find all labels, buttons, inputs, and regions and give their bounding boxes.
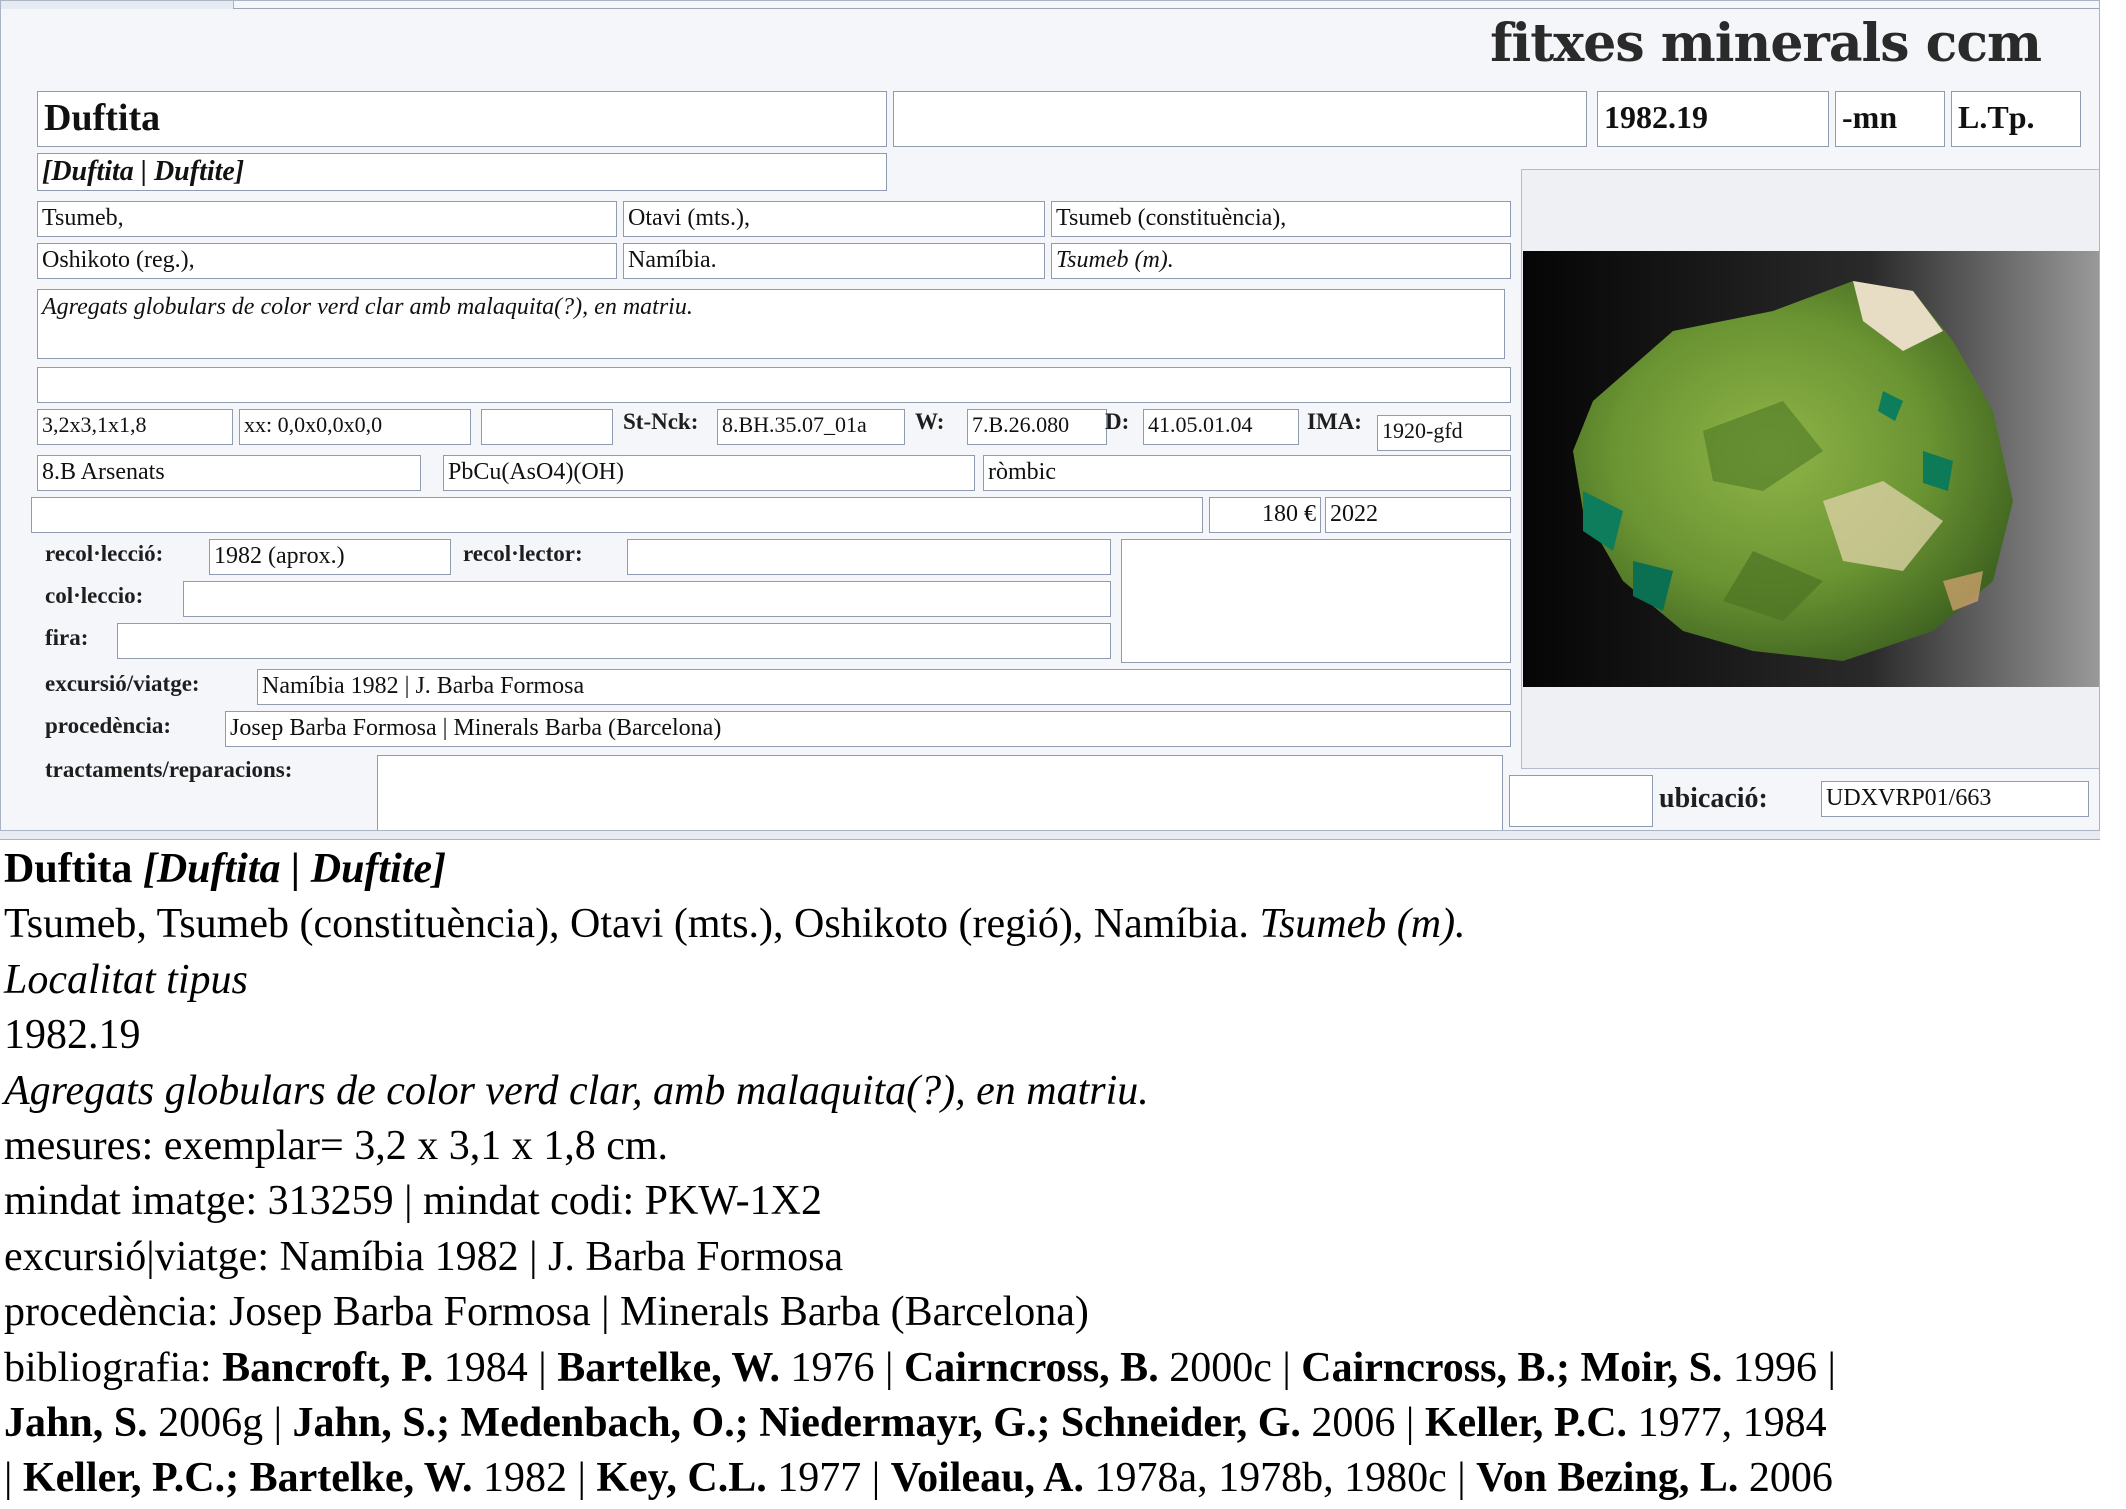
summary-locality: Tsumeb, Tsumeb (constituència), Otavi (m…: [4, 901, 1466, 948]
tab-divider: [233, 8, 2099, 9]
description-field[interactable]: Agregats globulars de color verd clar am…: [37, 289, 1505, 359]
locality-field-4[interactable]: Oshikoto (reg.),: [37, 243, 617, 279]
d-code-field[interactable]: 41.05.01.04: [1143, 409, 1299, 445]
form-tab[interactable]: [1, 1, 234, 9]
tractaments-field[interactable]: [377, 755, 1503, 835]
locality-field-5[interactable]: Namíbia.: [623, 243, 1045, 279]
mineral-name-field[interactable]: Duftita: [37, 91, 887, 147]
procedencia-label: procedència:: [45, 713, 172, 738]
locality-field-1[interactable]: Tsumeb,: [37, 201, 617, 237]
strunz-label: St-Nck:: [623, 409, 699, 434]
crystal-system-field[interactable]: ròmbic: [983, 455, 1511, 491]
recol-leccio-label: recol·lecció:: [45, 541, 164, 566]
summary-type-locality: Localitat tipus: [4, 956, 248, 1003]
suffix-field[interactable]: -mn: [1835, 91, 1945, 147]
locality-field-2[interactable]: Otavi (mts.),: [623, 201, 1045, 237]
summary-excursio: excursió|viatge: Namíbia 1982 | J. Barba…: [4, 1233, 844, 1280]
formula-field[interactable]: PbCu(AsO4)(OH): [443, 455, 975, 491]
summary-measures: mesures: exemplar= 3,2 x 3,1 x 1,8 cm.: [4, 1123, 669, 1170]
price-field[interactable]: 180 €: [1209, 497, 1321, 533]
recol-lector-label: recol·lector:: [463, 541, 583, 566]
crystals-size-field[interactable]: xx: 0,0x0,0x0,0: [239, 409, 471, 445]
record-form: fitxes minerals ccm Duftita 1982.19 -mn …: [0, 0, 2100, 838]
summary-bibliography-line-1: bibliografia: Bancroft, P. 1984 | Bartel…: [4, 1344, 1836, 1391]
w-label: W:: [915, 409, 945, 434]
fira-field[interactable]: [117, 623, 1111, 659]
tractaments-label: tractaments/reparacions:: [45, 757, 293, 782]
form-bottom-toolbar: [0, 830, 2100, 840]
misc-field[interactable]: [31, 497, 1203, 533]
col-leccio-field[interactable]: [183, 581, 1111, 617]
ima-field[interactable]: 1920-gfd: [1377, 415, 1511, 451]
fira-label: fira:: [45, 625, 89, 650]
name-extra-field[interactable]: [893, 91, 1587, 147]
year-field[interactable]: 2022: [1325, 497, 1511, 533]
summary-procedencia: procedència: Josep Barba Formosa | Miner…: [4, 1289, 1089, 1336]
recol-lector-field[interactable]: [627, 539, 1111, 575]
ubicacio-label: ubicació:: [1659, 783, 1768, 814]
procedencia-field[interactable]: Josep Barba Formosa | Minerals Barba (Ba…: [225, 711, 1511, 747]
mineral-photo: [1523, 251, 2099, 687]
type-locality-flag-field[interactable]: L.Tp.: [1951, 91, 2081, 147]
extra-code-field[interactable]: [481, 409, 613, 445]
locality-field-6[interactable]: Tsumeb (m).: [1051, 243, 1511, 279]
notes-box[interactable]: [1121, 539, 1511, 663]
summary-catalog-number: 1982.19: [4, 1012, 141, 1059]
class-field[interactable]: 8.B Arsenats: [37, 455, 421, 491]
ubicacio-field[interactable]: UDXVRP01/663: [1821, 781, 2089, 817]
excursio-label: excursió/viatge:: [45, 671, 200, 696]
summary-mindat: mindat imatge: 313259 | mindat codi: PKW…: [4, 1178, 822, 1225]
d-label: D:: [1105, 409, 1130, 434]
notes-field[interactable]: [37, 367, 1511, 403]
w-code-field[interactable]: 7.B.26.080: [967, 409, 1107, 445]
summary-description: Agregats globulars de color verd clar, a…: [4, 1067, 1149, 1114]
col-leccio-label: col·leccio:: [45, 583, 144, 608]
summary-bibliography-line-3: | Keller, P.C.; Bartelke, W. 1982 | Key,…: [4, 1455, 1833, 1502]
excursio-field[interactable]: Namíbia 1982 | J. Barba Formosa: [257, 669, 1511, 705]
strunz-field[interactable]: 8.BH.35.07_01a: [717, 409, 905, 445]
locality-field-3[interactable]: Tsumeb (constituència),: [1051, 201, 1511, 237]
ima-label: IMA:: [1307, 409, 1362, 434]
catalog-number-field[interactable]: 1982.19: [1597, 91, 1829, 147]
synonyms-field[interactable]: [Duftita | Duftite]: [37, 153, 887, 191]
summary-title: Duftita [Duftita | Duftite]: [4, 846, 447, 892]
small-box[interactable]: [1509, 775, 1653, 827]
app-title: fitxes minerals ccm: [1490, 13, 2042, 74]
recol-leccio-field[interactable]: 1982 (aprox.): [209, 539, 451, 575]
size-field[interactable]: 3,2x3,1x1,8: [37, 409, 233, 445]
summary-text: Duftita [Duftita | Duftite] Tsumeb, Tsum…: [4, 842, 2124, 1507]
summary-bibliography-line-2: Jahn, S. 2006g | Jahn, S.; Medenbach, O.…: [4, 1400, 1827, 1447]
